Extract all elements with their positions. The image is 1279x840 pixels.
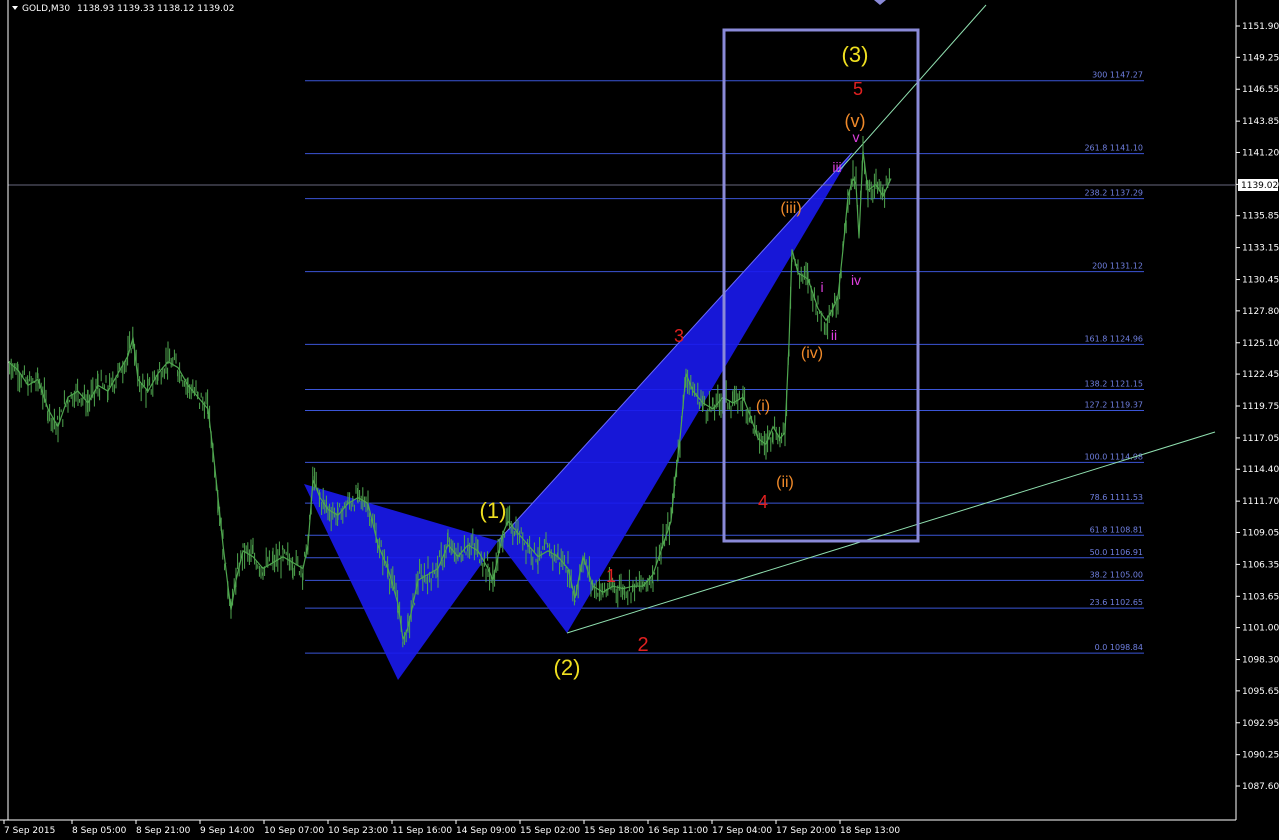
time-tick-label: 11 Sep 16:00 [392, 826, 452, 836]
ohlc-values: 1138.93 1139.33 1138.12 1139.02 [77, 4, 234, 14]
price-tick-label: 1103.65 [1242, 592, 1279, 602]
wave-label: 3 [674, 326, 684, 346]
price-tick-label: 1127.80 [1242, 307, 1279, 317]
wave-label: 5 [853, 79, 863, 99]
price-tick-label: 1090.25 [1242, 751, 1279, 761]
fib-level-label: 38.2 1105.00 [1090, 570, 1143, 579]
chart-header: GOLD,M30 1138.93 1139.33 1138.12 1139.02 [12, 4, 234, 14]
time-tick-label: 18 Sep 13:00 [840, 826, 900, 836]
fib-level-label: 23.6 1102.65 [1090, 598, 1143, 607]
wave-label: ii [831, 327, 837, 343]
price-tick-label: 1095.65 [1242, 687, 1279, 697]
price-tick-label: 1114.40 [1242, 465, 1279, 475]
wave-label: (iv) [801, 345, 823, 362]
price-tick-label: 1125.10 [1242, 339, 1279, 349]
fib-level-label: 161.8 1124.96 [1084, 334, 1143, 343]
wave-label: (v) [845, 111, 866, 131]
fib-level-label: 78.6 1111.53 [1090, 493, 1143, 502]
fib-level-label: 127.2 1119.37 [1084, 400, 1143, 409]
price-tick-label: 1111.70 [1242, 497, 1279, 507]
price-tick-label: 1098.30 [1242, 656, 1279, 666]
wave-label: iii [832, 159, 841, 175]
time-tick-label: 16 Sep 11:00 [648, 826, 708, 836]
price-tick-label: 1087.60 [1242, 782, 1279, 792]
time-tick-label: 15 Sep 02:00 [520, 826, 580, 836]
price-tick-label: 1092.95 [1242, 719, 1279, 729]
price-tick-label: 1133.15 [1242, 244, 1279, 254]
time-tick-label: 8 Sep 05:00 [72, 826, 127, 836]
wave-label: (i) [756, 398, 770, 415]
price-tick-label: 1135.85 [1242, 212, 1279, 222]
current-price-label: 1139.02 [1241, 181, 1278, 191]
fib-level-label: 238.2 1137.29 [1084, 189, 1143, 198]
time-tick-label: 8 Sep 21:00 [136, 826, 191, 836]
symbol-label[interactable]: GOLD,M30 [22, 4, 70, 14]
fib-level-label: 50.0 1106.91 [1090, 548, 1143, 557]
fib-level-label: 300 1147.27 [1092, 71, 1143, 80]
price-tick-label: 1151.90 [1242, 22, 1279, 32]
fib-level-label: 200 1131.12 [1092, 262, 1143, 271]
time-tick-label: 10 Sep 07:00 [264, 826, 324, 836]
price-tick-label: 1117.05 [1242, 434, 1279, 444]
gold-price-chart[interactable]: 300 1147.27 261.8 1141.10 238.2 1137.29 200… [0, 0, 1279, 840]
fib-level-label: 261.8 1141.10 [1084, 144, 1143, 153]
fib-level-label: 61.8 1108.81 [1090, 525, 1143, 534]
price-tick-label: 1101.00 [1242, 624, 1279, 634]
wave-label: 1 [606, 566, 616, 586]
price-tick-label: 1122.45 [1242, 370, 1279, 380]
price-tick-label: 1141.20 [1242, 148, 1279, 158]
time-tick-label: 14 Sep 09:00 [456, 826, 516, 836]
wave-label: (2) [554, 655, 581, 680]
wave-label: iv [851, 272, 861, 288]
wave-label: 4 [758, 492, 768, 512]
time-tick-label: 15 Sep 18:00 [584, 826, 644, 836]
wave-label: (ii) [776, 474, 794, 491]
time-tick-label: 17 Sep 20:00 [776, 826, 836, 836]
wave-label: 2 [637, 634, 648, 656]
wave-label: (3) [842, 42, 869, 67]
time-tick-label: 7 Sep 2015 [4, 826, 55, 836]
price-tick-label: 1146.55 [1242, 85, 1279, 95]
price-tick-label: 1149.25 [1242, 53, 1279, 63]
time-tick-label: 17 Sep 04:00 [712, 826, 772, 836]
price-tick-label: 1143.85 [1242, 117, 1279, 127]
time-tick-label: 9 Sep 14:00 [200, 826, 255, 836]
wave-label: v [853, 129, 860, 145]
price-tick-label: 1130.45 [1242, 276, 1279, 286]
wave-label: (iii) [780, 200, 801, 217]
price-tick-label: 1109.05 [1242, 528, 1279, 538]
time-tick-label: 10 Sep 23:00 [328, 826, 388, 836]
wave-label: (1) [480, 498, 507, 523]
wave-label: i [820, 279, 823, 295]
price-tick-label: 1119.75 [1242, 402, 1279, 412]
fib-level-label: 138.2 1121.15 [1084, 379, 1143, 388]
price-tick-label: 1106.35 [1242, 560, 1279, 570]
fib-level-label: 0.0 1098.84 [1095, 643, 1143, 652]
